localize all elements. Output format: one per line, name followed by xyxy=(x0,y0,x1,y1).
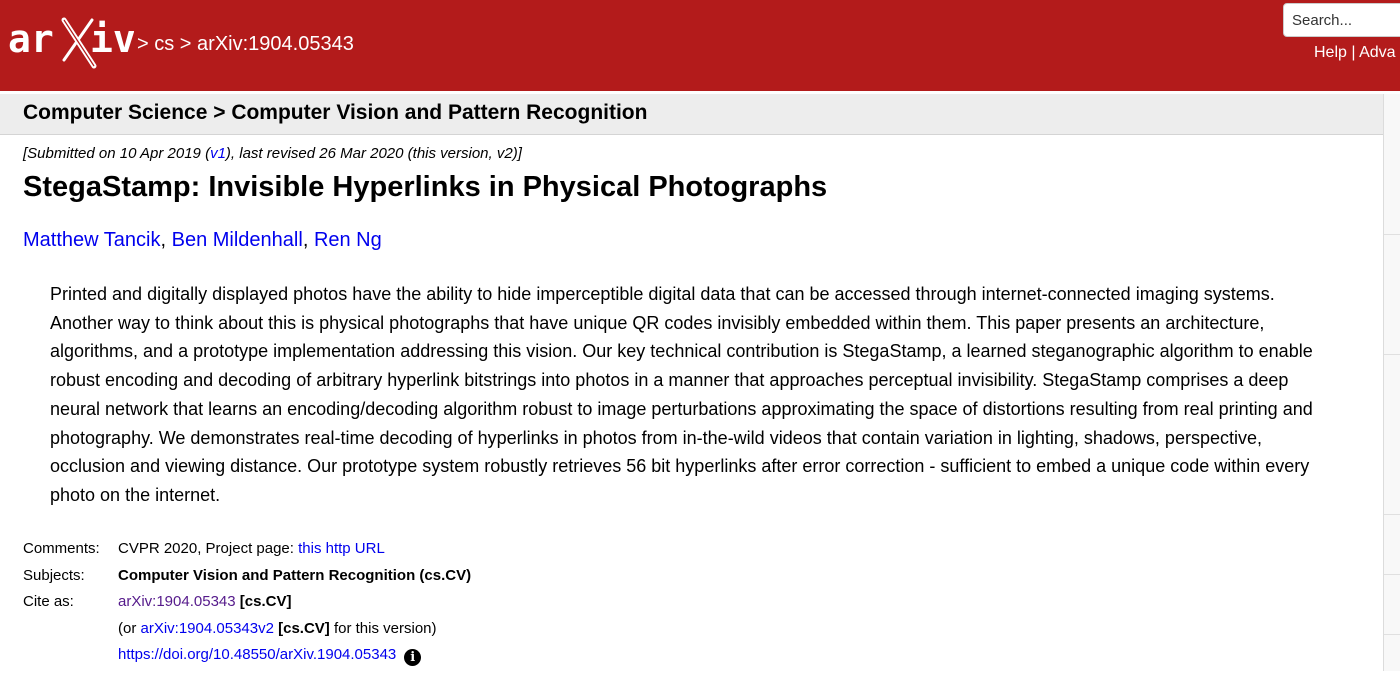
arxiv-logo[interactable]: ar iv xyxy=(8,14,136,75)
advanced-search-link[interactable]: Adva xyxy=(1359,44,1395,61)
comments-label: Comments: xyxy=(23,540,100,557)
author-link[interactable]: Ben Mildenhall xyxy=(172,229,303,251)
author-separator: , xyxy=(302,229,314,251)
info-icon[interactable]: i xyxy=(404,649,422,667)
sidebar-divider xyxy=(1384,514,1400,515)
header-breadcrumb: > cs > arXiv:1904.05343 xyxy=(137,33,354,56)
primary-subject: Computer Vision and Pattern Recognition … xyxy=(118,566,472,584)
comments-text: CVPR 2020, Project page: xyxy=(118,540,299,557)
author-list: Matthew Tancik, Ben Mildenhall, Ren Ng xyxy=(23,229,382,252)
doi-link[interactable]: https://doi.org/10.48550/arXiv.1904.0534… xyxy=(118,646,396,663)
right-sidebar-edge xyxy=(1383,94,1400,671)
subjects-value: Computer Vision and Pattern Recognition … xyxy=(118,567,471,594)
doi-row: https://doi.org/10.48550/arXiv.1904.0534… xyxy=(23,646,471,673)
subjects-row: Subjects: Computer Vision and Pattern Re… xyxy=(23,567,471,594)
submission-prefix: [Submitted on 10 Apr 2019 ( xyxy=(23,145,211,162)
author-link[interactable]: Matthew Tancik xyxy=(23,229,160,251)
comments-row: Comments: CVPR 2020, Project page: this … xyxy=(23,540,471,567)
category-bar: Computer Science > Computer Vision and P… xyxy=(0,94,1383,135)
empty-label xyxy=(23,646,118,673)
subjects-label: Subjects: xyxy=(23,566,85,584)
sidebar-divider xyxy=(1384,354,1400,355)
version-1-link[interactable]: v1 xyxy=(210,145,226,162)
empty-label xyxy=(23,620,118,647)
paper-title: StegaStamp: Invisible Hyperlinks in Phys… xyxy=(23,171,828,203)
version-value: (or arXiv:1904.05343v2 [cs.CV] for this … xyxy=(118,620,471,647)
cite-value: arXiv:1904.05343 [cs.CV] xyxy=(118,593,471,620)
project-page-link[interactable]: this http URL xyxy=(298,540,385,557)
version-suffix: for this version) xyxy=(329,619,437,637)
breadcrumb-sep: > xyxy=(137,33,155,55)
breadcrumb-cs[interactable]: cs xyxy=(154,33,174,55)
version-category: [cs.CV] xyxy=(278,619,330,637)
svg-text:iv: iv xyxy=(90,17,134,61)
sidebar-divider xyxy=(1384,634,1400,635)
sidebar-divider xyxy=(1384,234,1400,235)
svg-text:ar: ar xyxy=(8,17,54,61)
abstract: Printed and digitally displayed photos h… xyxy=(50,284,1313,505)
version-prefix: (or xyxy=(118,619,141,637)
search-input[interactable] xyxy=(1283,3,1400,37)
site-header: ar iv > cs > arXiv:1904.05343 Help | Adv… xyxy=(0,0,1400,91)
arxiv-logo-graphic: ar iv xyxy=(8,17,136,69)
version-id-link[interactable]: arXiv:1904.05343v2 xyxy=(141,620,274,637)
sidebar-divider xyxy=(1384,574,1400,575)
breadcrumb-sep: > xyxy=(174,33,198,55)
author-separator: , xyxy=(160,229,172,251)
author-link[interactable]: Ren Ng xyxy=(314,229,382,251)
version-row: (or arXiv:1904.05343v2 [cs.CV] for this … xyxy=(23,620,471,647)
submission-history: [Submitted on 10 Apr 2019 (v1), last rev… xyxy=(23,145,522,162)
cite-id-link[interactable]: arXiv:1904.05343 xyxy=(118,593,236,610)
doi-value: https://doi.org/10.48550/arXiv.1904.0534… xyxy=(118,646,471,673)
comments-value: CVPR 2020, Project page: this http URL xyxy=(118,540,471,567)
cite-category: [cs.CV] xyxy=(239,593,292,611)
help-link[interactable]: Help xyxy=(1314,44,1347,61)
cite-label: Cite as: xyxy=(23,593,74,611)
category-breadcrumb: Computer Science > Computer Vision and P… xyxy=(23,101,648,124)
metadata-table: Comments: CVPR 2020, Project page: this … xyxy=(23,540,471,673)
header-links: Help | Adva xyxy=(1314,44,1396,62)
breadcrumb-paper-id[interactable]: arXiv:1904.05343 xyxy=(197,33,354,55)
submission-suffix: ), last revised 26 Mar 2020 (this versio… xyxy=(225,145,522,162)
cite-row: Cite as: arXiv:1904.05343 [cs.CV] xyxy=(23,593,471,620)
link-separator: | xyxy=(1351,44,1360,61)
